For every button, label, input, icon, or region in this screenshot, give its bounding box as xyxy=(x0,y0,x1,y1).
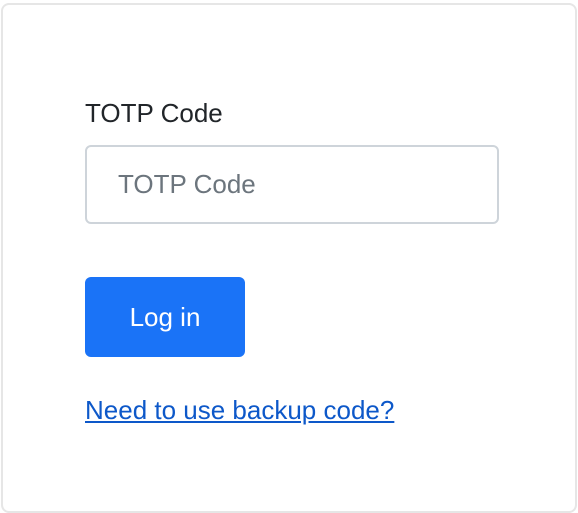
login-button[interactable]: Log in xyxy=(85,277,245,357)
totp-label: TOTP Code xyxy=(85,98,223,128)
backup-code-link[interactable]: Need to use backup code? xyxy=(85,392,394,428)
totp-input[interactable] xyxy=(85,145,499,224)
login-card: TOTP Code Log in Need to use backup code… xyxy=(1,3,577,513)
